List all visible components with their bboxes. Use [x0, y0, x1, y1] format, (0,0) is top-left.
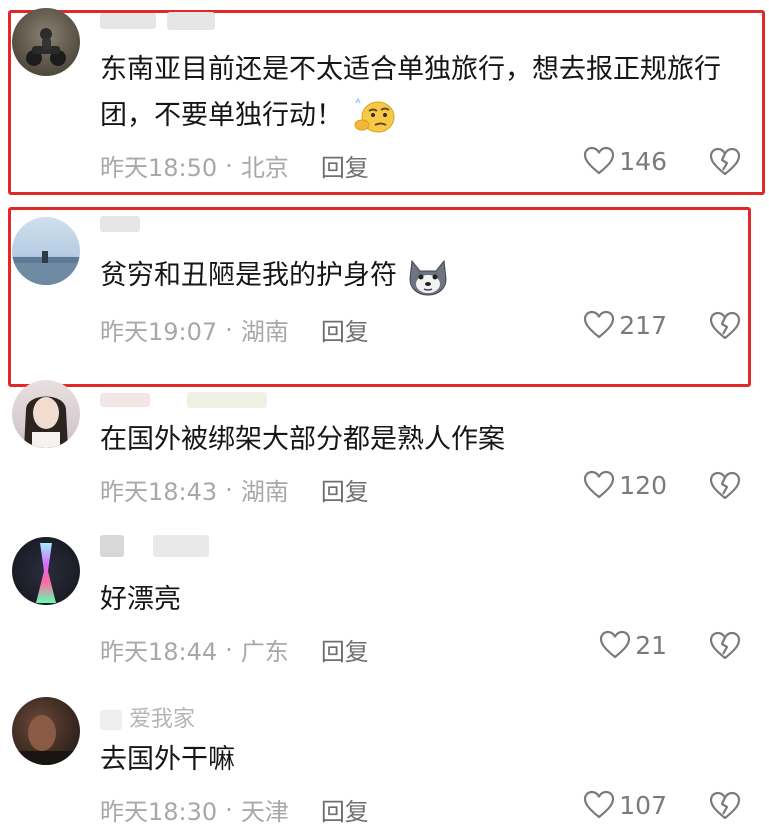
blurred-username [153, 535, 209, 557]
comment-item: 在国外被绑架大部分都是熟人作案 昨天18:43 · 湖南 回复 120 [0, 365, 769, 515]
blurred-username [187, 392, 267, 408]
broken-heart-icon [709, 631, 741, 660]
like-count: 120 [619, 470, 667, 500]
blurred-username [167, 12, 215, 30]
avatar[interactable] [12, 8, 80, 76]
comment-text-block[interactable]: 去国外干嘛 [100, 737, 749, 783]
comment-text-block[interactable]: 贫穷和丑陋是我的护身符 [100, 253, 749, 299]
blurred-username [100, 13, 156, 29]
meta-separator: · [225, 635, 233, 664]
reply-button[interactable]: 回复 [321, 312, 369, 347]
like-count: 107 [619, 790, 667, 820]
comment-item: 爱我家 去国外干嘛 昨天18:30 · 天津 回复 107 [0, 685, 769, 826]
dark-portrait-image [12, 715, 80, 765]
username[interactable] [100, 211, 140, 236]
username[interactable] [100, 8, 215, 33]
comment-time: 昨天18:30 [100, 798, 218, 826]
like-count: 21 [635, 630, 667, 660]
meta-separator: · [225, 315, 233, 344]
reply-button[interactable]: 回复 [321, 148, 369, 183]
like-button[interactable]: 146 [583, 146, 667, 176]
blurred-username [100, 710, 122, 730]
comment-time: 昨天18:43 [100, 478, 218, 506]
comment-location: 天津 [240, 798, 289, 826]
dislike-button[interactable] [709, 791, 741, 825]
comment-text: 去国外干嘛 [100, 744, 235, 775]
person-portrait-image [24, 396, 68, 448]
comment-location: 北京 [240, 154, 289, 182]
reply-button[interactable]: 回复 [321, 472, 369, 507]
broken-heart-icon [709, 471, 741, 500]
comment-text-block[interactable]: 在国外被绑架大部分都是熟人作案 [100, 417, 749, 463]
comment-location: 广东 [240, 638, 289, 666]
blurred-username [100, 393, 150, 407]
broken-heart-icon [709, 311, 741, 340]
avatar[interactable] [12, 697, 80, 765]
reply-button[interactable]: 回复 [321, 792, 369, 827]
comment-item: 贫穷和丑陋是我的护身符 昨天19:07 · 湖南 回复 217 [0, 205, 769, 385]
comment-item: 好漂亮 昨天18:44 · 广东 回复 21 [0, 525, 769, 675]
heart-icon [600, 630, 631, 659]
dislike-button[interactable] [709, 631, 741, 665]
dislike-button[interactable] [709, 471, 741, 505]
username[interactable]: 爱我家 [100, 701, 195, 733]
comment-text-block[interactable]: 东南亚目前还是不太适合单独旅行，想去报正规旅行团，不要单独行动！ [100, 47, 749, 139]
heart-icon [584, 790, 615, 819]
comment-meta: 昨天18:43 · 湖南 回复 [100, 472, 369, 507]
dislike-button[interactable] [709, 311, 741, 345]
like-button[interactable]: 21 [599, 630, 667, 660]
meta-separator: · [225, 795, 233, 824]
comment-text-block[interactable]: 好漂亮 [100, 577, 749, 623]
comment-meta: 昨天18:50 · 北京 回复 [100, 148, 369, 183]
comment-location: 湖南 [240, 478, 289, 506]
like-button[interactable]: 107 [583, 790, 667, 820]
reply-button[interactable]: 回复 [321, 632, 369, 667]
comment-location: 湖南 [240, 318, 289, 346]
broken-heart-icon [709, 147, 741, 176]
comment-time: 昨天18:44 [100, 638, 218, 666]
comment-text: 在国外被绑架大部分都是熟人作案 [100, 424, 505, 455]
blurred-username [100, 216, 140, 232]
avatar[interactable] [12, 380, 80, 448]
username[interactable] [100, 387, 267, 412]
username-text: 爱我家 [129, 707, 196, 732]
comment-time: 昨天19:07 [100, 318, 218, 346]
comment-time: 昨天18:50 [100, 154, 218, 182]
avatar[interactable] [12, 217, 80, 285]
dislike-button[interactable] [709, 147, 741, 181]
comment-item: 东南亚目前还是不太适合单独旅行，想去报正规旅行团，不要单独行动！ 昨天18:50… [0, 0, 769, 200]
like-button[interactable]: 217 [583, 310, 667, 340]
heart-icon [584, 470, 615, 499]
comment-meta: 昨天18:44 · 广东 回复 [100, 632, 369, 667]
comment-meta: 昨天19:07 · 湖南 回复 [100, 312, 369, 347]
avatar[interactable] [12, 537, 80, 605]
canton-tower-image [36, 543, 56, 603]
thinking-emoji-icon [354, 96, 395, 132]
username[interactable] [100, 533, 209, 558]
comment-text: 东南亚目前还是不太适合单独旅行，想去报正规旅行团，不要单独行动！ [100, 54, 721, 131]
heart-icon [584, 310, 615, 339]
heart-icon [584, 146, 615, 175]
blurred-username [100, 535, 124, 557]
meta-separator: · [225, 475, 233, 504]
like-button[interactable]: 120 [583, 470, 667, 500]
broken-heart-icon [709, 791, 741, 820]
motorcycle-rider-image [26, 28, 66, 66]
like-count: 217 [619, 310, 667, 340]
comment-meta: 昨天18:30 · 天津 回复 [100, 792, 369, 827]
seaside-photo-image [12, 251, 80, 285]
husky-dog-emoji-icon [409, 259, 447, 296]
comment-text: 好漂亮 [100, 584, 181, 615]
comment-text: 贫穷和丑陋是我的护身符 [100, 260, 397, 291]
like-count: 146 [619, 146, 667, 176]
meta-separator: · [225, 151, 233, 180]
